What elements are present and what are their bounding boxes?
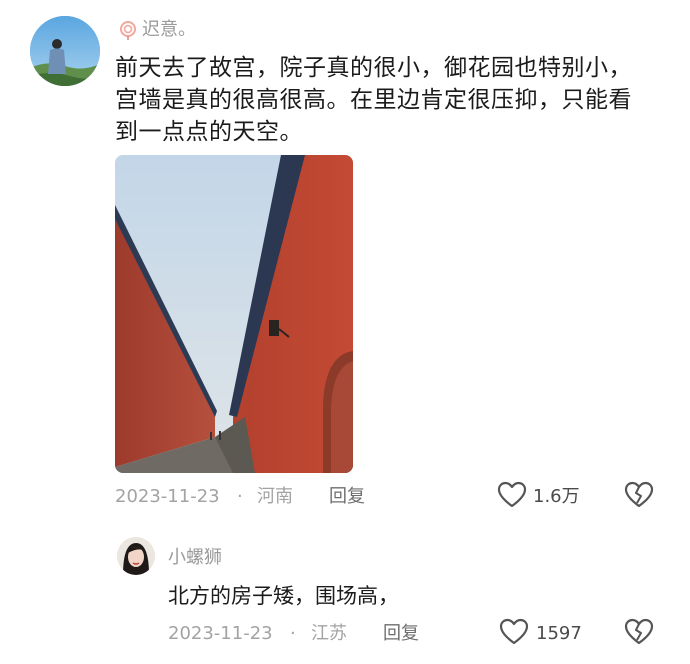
reply-date: 2023-11-23 xyxy=(168,623,273,644)
comment-location: 河南 xyxy=(257,486,293,507)
reply-meta-separator: · xyxy=(290,623,296,644)
reply-location: 江苏 xyxy=(311,623,347,644)
heart-outline-icon xyxy=(497,481,527,508)
comment-photo[interactable] xyxy=(115,155,353,473)
comment-dislike-button[interactable] xyxy=(624,481,654,509)
comment-like-button[interactable] xyxy=(497,481,527,509)
reply-reply-button[interactable]: 回复 xyxy=(383,622,419,646)
lollipop-icon xyxy=(118,20,138,40)
commenter-username[interactable]: 迟意。 xyxy=(142,18,196,42)
reply-dislike-button[interactable] xyxy=(624,618,654,646)
reply-username[interactable]: 小螺狮 xyxy=(168,546,222,570)
commenter-avatar[interactable] xyxy=(30,16,100,86)
comment-like-count: 1.6万 xyxy=(533,486,580,507)
broken-heart-icon xyxy=(624,481,654,508)
comment-reply-button[interactable]: 回复 xyxy=(329,485,365,509)
reply-like-count: 1597 xyxy=(536,623,582,644)
comment-text: 前天去了故宫，院子真的很小，御花园也特别小，宫墙是真的很高很高。在里边肯定很压抑… xyxy=(115,55,632,145)
comment-date: 2023-11-23 xyxy=(115,486,220,507)
reply-avatar[interactable] xyxy=(117,537,155,575)
heart-outline-icon xyxy=(499,618,529,645)
reply-text: 北方的房子矮，围场高， xyxy=(168,584,399,608)
reply-like-button[interactable] xyxy=(499,618,529,646)
meta-separator: · xyxy=(237,486,243,507)
broken-heart-icon xyxy=(624,618,654,645)
